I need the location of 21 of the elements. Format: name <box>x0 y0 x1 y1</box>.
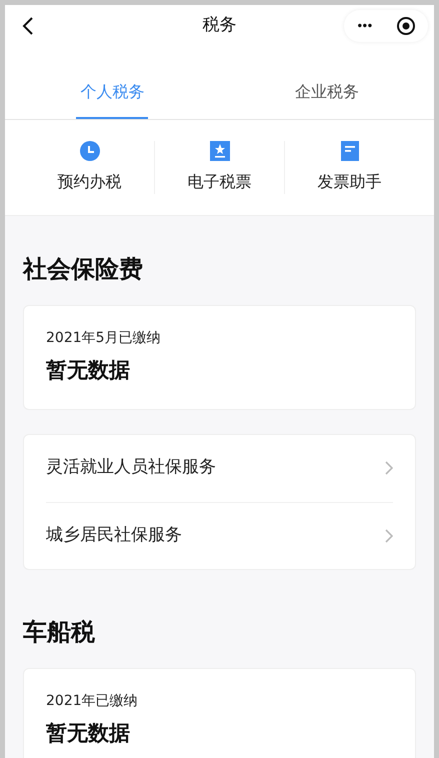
period-label: 2021年已缴纳 <box>46 692 139 710</box>
more-button[interactable]: ••• <box>356 20 372 32</box>
document-icon <box>340 141 358 161</box>
chevron-right-icon <box>385 528 393 542</box>
period-label: 2021年5月已缴纳 <box>46 329 162 348</box>
summary-value: 暂无数据 <box>46 720 131 746</box>
star-ticket-icon <box>210 141 230 161</box>
section-heading: 社会保险费 <box>23 254 144 285</box>
shortcut-button[interactable]: 预约办税 <box>25 141 154 194</box>
shortcut-button[interactable]: 电子税票 <box>154 141 284 194</box>
section-heading: 车船税 <box>23 616 96 648</box>
service-link[interactable]: 灵活就业人员社保服务 <box>46 434 393 502</box>
service-link[interactable]: 城乡居民社保服务 <box>46 502 393 568</box>
summary-value: 暂无数据 <box>46 357 131 384</box>
window-title: 税务 <box>202 14 236 38</box>
chevron-right-icon <box>385 461 393 475</box>
close-icon[interactable] <box>396 16 416 36</box>
tab[interactable]: 企业税务 <box>290 80 363 119</box>
shortcut-button[interactable]: 发票助手 <box>284 141 414 194</box>
clock-icon <box>80 141 100 161</box>
back-icon <box>21 16 35 36</box>
